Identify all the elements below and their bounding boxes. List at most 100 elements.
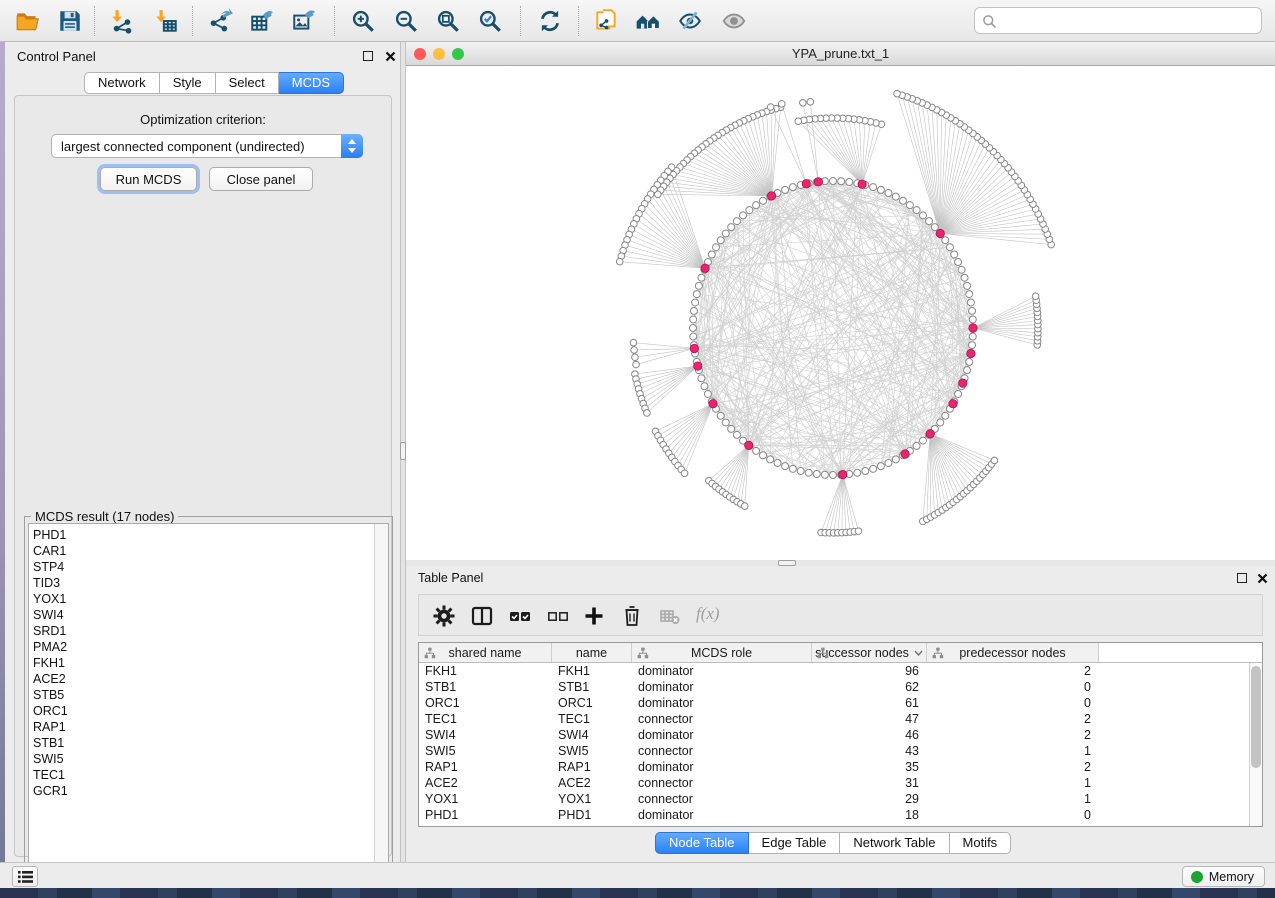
mcds-tab-content: Optimization criterion: largest connecte…	[14, 95, 392, 857]
column-header-successor-nodes[interactable]: successor nodes	[812, 643, 927, 662]
mcds-node-item[interactable]: SWI5	[33, 751, 388, 767]
float-window-icon[interactable]	[363, 51, 373, 61]
mcds-node-item[interactable]: FKH1	[33, 655, 388, 671]
cell-shared-name: FKH1	[419, 663, 552, 679]
mcds-node-item[interactable]: CAR1	[33, 543, 388, 559]
table-row[interactable]: PHD1PHD1dominator180	[419, 807, 1250, 823]
mcds-node-item[interactable]: RAP1	[33, 719, 388, 735]
table-row[interactable]: ACE2ACE2connector311	[419, 775, 1250, 791]
column-header-name[interactable]: name	[552, 643, 632, 662]
run-mcds-button[interactable]: Run MCDS	[100, 167, 197, 191]
zoom-fit-button[interactable]	[428, 3, 468, 39]
search-icon	[982, 14, 997, 29]
table-header-row: shared namenameMCDS rolesuccessor nodesp…	[419, 643, 1262, 663]
scrollbar-thumb[interactable]	[1251, 666, 1261, 768]
table-settings-button[interactable]	[429, 602, 459, 630]
tab-edge-table[interactable]: Edge Table	[749, 832, 841, 854]
column-view-button[interactable]	[467, 602, 497, 630]
close-panel-button[interactable]: Close panel	[209, 167, 313, 191]
clear-table-button[interactable]	[655, 602, 685, 630]
column-header-MCDS-role[interactable]: MCDS role	[632, 643, 812, 662]
tab-motifs[interactable]: Motifs	[950, 832, 1012, 854]
cell-successor-nodes: 43	[812, 743, 927, 759]
mcds-node-item[interactable]: PMA2	[33, 639, 388, 655]
cell-MCDS-role: dominator	[632, 759, 812, 775]
mcds-node-item[interactable]: STP4	[33, 559, 388, 575]
list-scrollbar[interactable]	[374, 524, 388, 880]
table-row[interactable]: FKH1FKH1dominator962	[419, 663, 1250, 679]
mcds-node-item[interactable]: SWI4	[33, 607, 388, 623]
mcds-node-item[interactable]: TID3	[33, 575, 388, 591]
mcds-node-item[interactable]: YOX1	[33, 591, 388, 607]
delete-row-button[interactable]	[617, 602, 647, 630]
deselect-all-button[interactable]	[543, 602, 573, 630]
tab-style[interactable]: Style	[160, 72, 216, 94]
tab-mcds[interactable]: MCDS	[279, 72, 344, 94]
cell-MCDS-role: dominator	[632, 727, 812, 743]
close-panel-icon[interactable]	[384, 50, 396, 62]
mcds-node-item[interactable]: ORC1	[33, 703, 388, 719]
cell-successor-nodes: 46	[812, 727, 927, 743]
mcds-node-item[interactable]: PHD1	[33, 527, 388, 543]
float-window-icon[interactable]	[1237, 573, 1247, 583]
zoom-out-icon	[393, 8, 419, 34]
search-input[interactable]	[1001, 9, 1256, 32]
memory-button[interactable]: Memory	[1182, 866, 1265, 887]
export-image-button[interactable]	[284, 3, 324, 39]
cell-predecessor-nodes: 2	[927, 727, 1099, 743]
table-row[interactable]: SWI4SWI4dominator462	[419, 727, 1250, 743]
table-row[interactable]: STB1STB1dominator620	[419, 679, 1250, 695]
tab-select[interactable]: Select	[216, 72, 279, 94]
network-file-icon	[593, 8, 619, 34]
export-network-icon	[207, 8, 233, 34]
cell-predecessor-nodes: 0	[927, 679, 1099, 695]
table-row[interactable]: RAP1RAP1dominator352	[419, 759, 1250, 775]
show-graphics-details-button[interactable]	[714, 3, 754, 39]
cell-MCDS-role: dominator	[632, 679, 812, 695]
table-row[interactable]: TEC1TEC1connector472	[419, 711, 1250, 727]
open-file-button[interactable]	[8, 3, 48, 39]
cell-successor-nodes: 31	[812, 775, 927, 791]
tab-network-table[interactable]: Network Table	[840, 832, 949, 854]
criterion-select[interactable]: largest connected component (undirected)	[51, 134, 363, 158]
save-session-button[interactable]	[50, 3, 90, 39]
table-scrollbar[interactable]	[1249, 663, 1262, 826]
table-row[interactable]: SWI5SWI5connector431	[419, 743, 1250, 759]
import-table-button[interactable]	[146, 3, 186, 39]
close-panel-icon[interactable]	[1256, 572, 1268, 584]
tab-network[interactable]: Network	[84, 72, 160, 94]
network-canvas[interactable]	[406, 66, 1275, 560]
tab-node-table[interactable]: Node Table	[655, 832, 749, 854]
mcds-node-item[interactable]: STB1	[33, 735, 388, 751]
table-row[interactable]: YOX1YOX1connector291	[419, 791, 1250, 807]
function-builder-button[interactable]: f(x)	[693, 602, 735, 630]
task-history-button[interactable]	[12, 866, 38, 887]
eye-slash-icon	[677, 8, 703, 34]
first-neighbors-button[interactable]	[628, 3, 668, 39]
network-file-button[interactable]	[586, 3, 626, 39]
select-all-button[interactable]	[505, 602, 535, 630]
mcds-node-item[interactable]: SRD1	[33, 623, 388, 639]
control-panel-tabs: NetworkStyleSelectMCDS	[84, 72, 344, 94]
cell-name: ACE2	[552, 775, 632, 791]
add-row-button[interactable]	[579, 602, 609, 630]
export-table-button[interactable]	[242, 3, 282, 39]
export-network-button[interactable]	[200, 3, 240, 39]
desktop-wallpaper-bottom	[0, 888, 1275, 898]
import-network-button[interactable]	[102, 3, 142, 39]
zoom-out-button[interactable]	[386, 3, 426, 39]
mcds-node-item[interactable]: ACE2	[33, 671, 388, 687]
hide-graphics-details-button[interactable]	[670, 3, 710, 39]
column-header-predecessor-nodes[interactable]: predecessor nodes	[927, 643, 1099, 662]
mcds-node-item[interactable]: STB5	[33, 687, 388, 703]
network-graph[interactable]	[406, 66, 1275, 560]
refresh-layout-button[interactable]	[530, 3, 570, 39]
zoom-in-button[interactable]	[343, 3, 383, 39]
column-header-shared-name[interactable]: shared name	[419, 643, 552, 662]
table-row[interactable]: ORC1ORC1dominator610	[419, 695, 1250, 711]
mcds-node-item[interactable]: GCR1	[33, 783, 388, 799]
mcds-result-list[interactable]: PHD1CAR1STP4TID3YOX1SWI4SRD1PMA2FKH1ACE2…	[28, 523, 389, 881]
cell-name: ORC1	[552, 695, 632, 711]
mcds-node-item[interactable]: TEC1	[33, 767, 388, 783]
zoom-selected-button[interactable]	[470, 3, 510, 39]
